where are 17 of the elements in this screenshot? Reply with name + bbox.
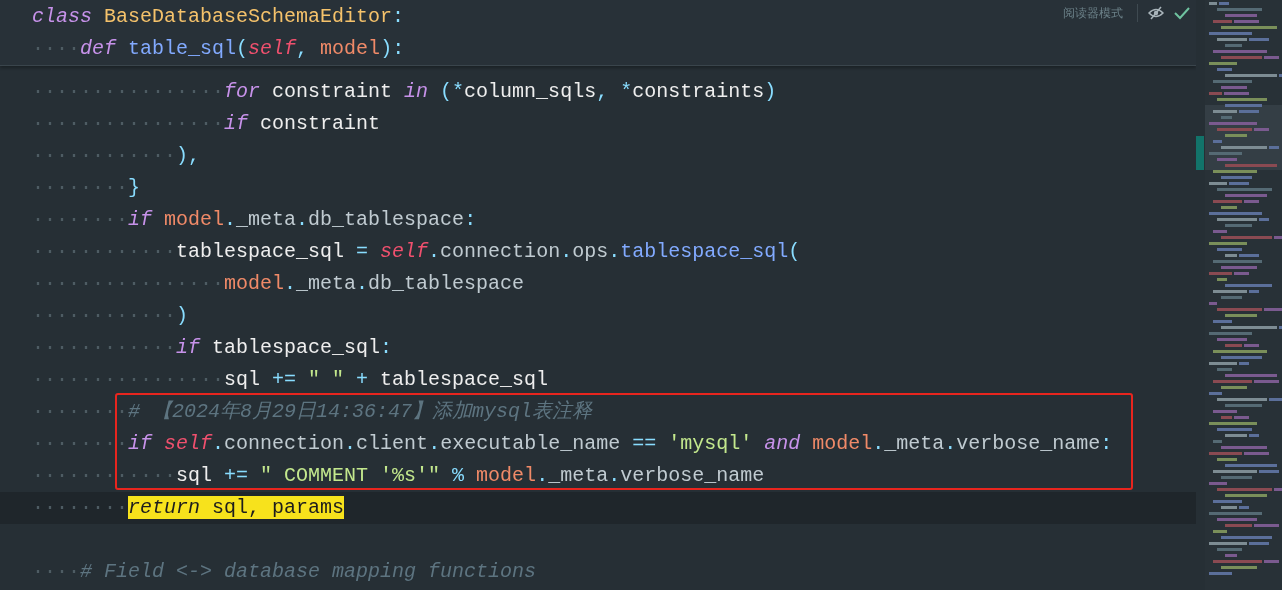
check-icon[interactable] bbox=[1174, 6, 1190, 20]
code-line: ····# Field <-> database mapping functions bbox=[31, 559, 538, 585]
code-line: ········if model._meta.db_tablespace: bbox=[31, 207, 478, 233]
code-line: ············), bbox=[31, 143, 202, 169]
code-line: ················if constraint bbox=[31, 111, 382, 137]
eye-off-icon[interactable] bbox=[1148, 6, 1164, 20]
code-line: ····def table_sql(self, model): bbox=[31, 36, 406, 62]
code-line: class BaseDatabaseSchemaEditor: bbox=[31, 4, 406, 30]
code-line: ············if tablespace_sql: bbox=[31, 335, 394, 361]
code-line: ················for constraint in (*column_sqls, *constraints) bbox=[31, 79, 778, 105]
code-line: ············tablespace_sql = self.connection.ops.tablespace_sql( bbox=[31, 239, 802, 265]
code-line: ············) bbox=[31, 303, 190, 329]
code-line: ········} bbox=[31, 175, 142, 201]
code-line: ················model._meta.db_tablespace bbox=[31, 271, 526, 297]
scroll-marker[interactable] bbox=[1196, 136, 1204, 170]
reader-mode-link[interactable]: 阅读器模式 bbox=[1063, 4, 1123, 22]
code-line: ················sql += " " + tablespace_sql bbox=[31, 367, 550, 393]
